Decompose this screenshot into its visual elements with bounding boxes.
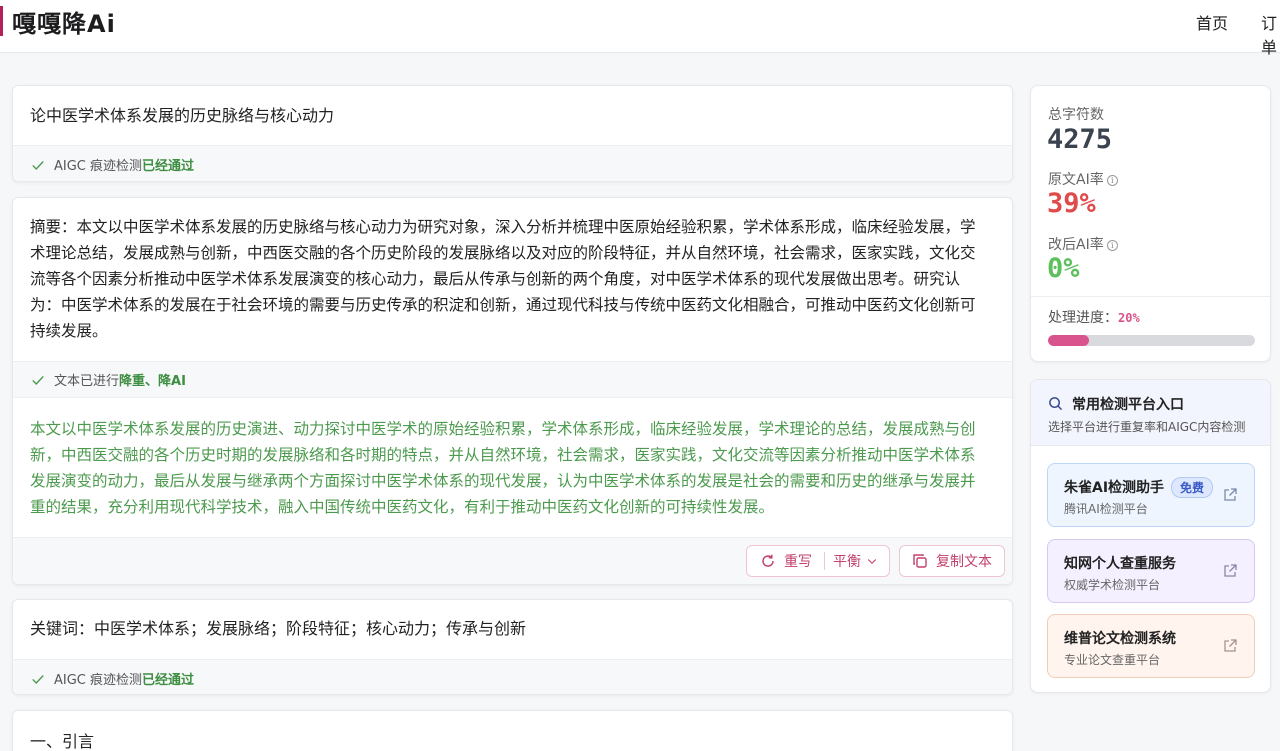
abstract-status: 文本已进行 降重、降AI xyxy=(13,361,1012,398)
platform-name: 维普论文检测系统 xyxy=(1064,631,1176,647)
status-text: AIGC 痕迹检测 xyxy=(54,673,143,688)
progress-value: 20% xyxy=(1118,311,1140,325)
platform-zhuque[interactable]: 朱雀AI检测助手 免费 腾讯AI检测平台 xyxy=(1047,463,1255,527)
external-link-icon xyxy=(1224,564,1237,577)
info-icon[interactable]: i xyxy=(1106,175,1118,186)
original-ai-rate-label: 原文AI率 xyxy=(1048,172,1104,188)
status-text: 文本已进行 xyxy=(54,374,120,389)
intro-card: 一、引言 xyxy=(12,710,1013,751)
rewrite-button[interactable]: 重写 xyxy=(747,546,824,576)
check-icon xyxy=(32,160,44,170)
rewritten-abstract: 本文以中医学术体系发展的历史演进、动力探讨中医学术的原始经验积累，学术体系形成，… xyxy=(30,420,976,516)
platform-vip[interactable]: 维普论文检测系统 专业论文查重平台 xyxy=(1047,614,1255,678)
after-ai-rate-label-row: 改后AI率 i xyxy=(1048,234,1118,254)
progress-label-row: 处理进度：20% xyxy=(1048,307,1140,327)
after-ai-rate-value: 0% xyxy=(1047,253,1080,284)
top-header: 嘎嘎降Ai 首页 订单 xyxy=(0,0,1280,57)
stats-panel: 总字符数 4275 原文AI率 i 39% 改后AI率 i 0% 处理进度：20% xyxy=(1030,85,1271,362)
platform-subtitle: 权威学术检测平台 xyxy=(1064,578,1161,592)
original-ai-rate-label-row: 原文AI率 i xyxy=(1048,169,1118,189)
abstract-card: 摘要：本文以中医学术体系发展的历史脉络与核心动力为研究对象，深入分析并梳理中医原… xyxy=(12,197,1013,585)
progress-label: 处理进度： xyxy=(1048,310,1118,326)
rewrite-button-group: 重写 平衡 xyxy=(746,545,890,577)
progress-fill xyxy=(1048,335,1090,346)
mode-select[interactable]: 平衡 xyxy=(825,546,878,576)
status-ok: 降重、降AI xyxy=(119,374,186,389)
check-icon xyxy=(32,674,44,684)
divider xyxy=(1031,296,1270,297)
status-ok: 已经通过 xyxy=(142,673,195,688)
platform-name: 知网个人查重服务 xyxy=(1064,556,1176,572)
keywords-status: AIGC 痕迹检测 已经通过 xyxy=(13,659,1012,694)
logo[interactable]: 嘎嘎降Ai xyxy=(12,4,116,39)
copy-icon xyxy=(913,554,927,568)
mode-label: 平衡 xyxy=(833,554,861,570)
paper-title: 论中医学术体系发展的历史脉络与核心动力 xyxy=(30,106,335,125)
nav-orders[interactable]: 订单 xyxy=(1261,10,1280,58)
status-text: AIGC 痕迹检测 xyxy=(54,159,143,174)
platform-subtitle: 腾讯AI检测平台 xyxy=(1064,502,1148,516)
title-card: 论中医学术体系发展的历史脉络与核心动力 AIGC 痕迹检测 已经通过 xyxy=(12,85,1013,182)
keywords-text: 关键词：中医学术体系；发展脉络；阶段特征；核心动力；传承与创新 xyxy=(30,619,527,638)
title-status: AIGC 痕迹检测 已经通过 xyxy=(13,145,1012,181)
free-badge: 免费 xyxy=(1171,477,1214,498)
status-ok: 已经通过 xyxy=(142,159,195,174)
rewrite-label: 重写 xyxy=(784,554,812,570)
external-link-icon xyxy=(1224,488,1237,501)
platform-cnki[interactable]: 知网个人查重服务 权威学术检测平台 xyxy=(1047,539,1255,603)
platforms-subtitle: 选择平台进行重复率和AIGC内容检测 xyxy=(1048,420,1246,434)
platform-name: 朱雀AI检测助手 xyxy=(1064,480,1165,496)
platforms-header: 常用检测平台入口 选择平台进行重复率和AIGC内容检测 xyxy=(1031,380,1270,446)
original-ai-rate-value: 39% xyxy=(1047,188,1096,219)
intro-heading: 一、引言 xyxy=(30,732,95,751)
logo-accent xyxy=(0,6,3,36)
platforms-panel: 常用检测平台入口 选择平台进行重复率和AIGC内容检测 朱雀AI检测助手 免费 … xyxy=(1030,379,1271,693)
external-link-icon xyxy=(1224,639,1237,652)
copy-text-button[interactable]: 复制文本 xyxy=(899,545,1005,577)
platforms-title: 常用检测平台入口 xyxy=(1072,397,1184,413)
progress-track xyxy=(1048,335,1255,346)
check-icon xyxy=(32,375,44,385)
platform-subtitle: 专业论文查重平台 xyxy=(1064,653,1161,667)
total-chars-label: 总字符数 xyxy=(1048,107,1104,123)
after-ai-rate-label: 改后AI率 xyxy=(1048,237,1104,253)
total-chars-value: 4275 xyxy=(1047,124,1113,155)
original-abstract: 摘要：本文以中医学术体系发展的历史脉络与核心动力为研究对象，深入分析并梳理中医原… xyxy=(30,218,976,340)
keywords-card: 关键词：中医学术体系；发展脉络；阶段特征；核心动力；传承与创新 AIGC 痕迹检… xyxy=(12,599,1013,695)
refresh-icon xyxy=(762,554,774,567)
search-icon xyxy=(1049,397,1063,411)
chevron-down-icon xyxy=(867,559,877,565)
copy-label: 复制文本 xyxy=(936,554,992,570)
nav-home[interactable]: 首页 xyxy=(1196,10,1228,34)
info-icon[interactable]: i xyxy=(1106,240,1118,251)
